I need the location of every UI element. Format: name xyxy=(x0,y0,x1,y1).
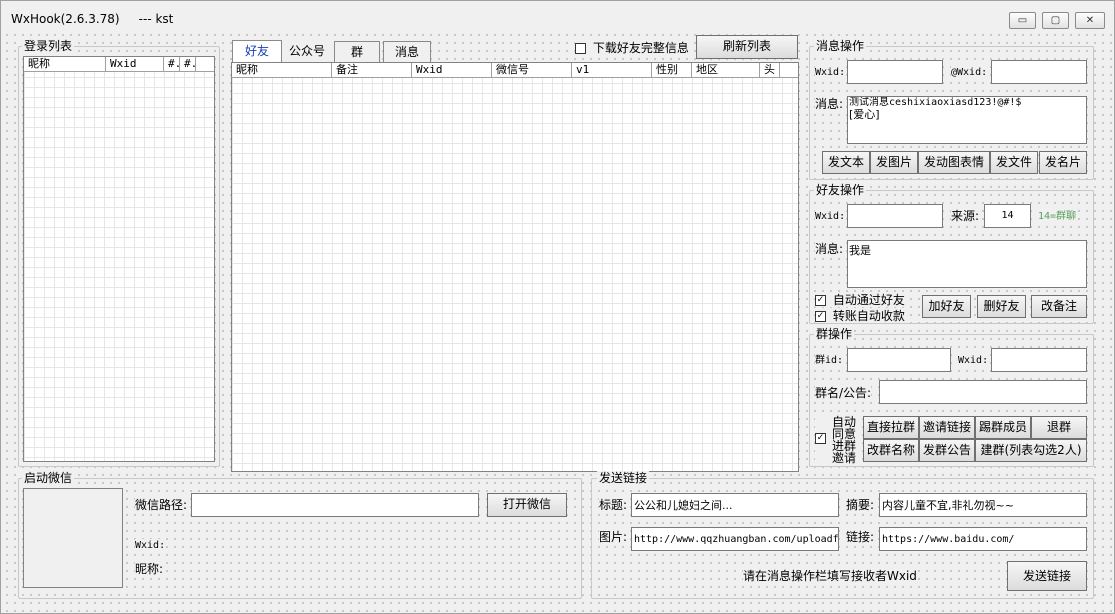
send-file-button[interactable]: 发文件 xyxy=(990,151,1038,174)
auto-agree-line4: 邀请 xyxy=(832,451,857,465)
tab-official-accounts[interactable]: 公众号 xyxy=(284,41,330,62)
download-full-info-checkbox[interactable] xyxy=(575,43,586,54)
link-image-label: 图片: xyxy=(599,530,628,544)
tab-groups[interactable]: 群 xyxy=(334,41,380,62)
avatar xyxy=(23,488,123,588)
login-list-title: 登录列表 xyxy=(22,39,75,53)
msg-message-line2: [爱心] xyxy=(849,108,880,121)
download-full-info-option[interactable]: 下载好友完整信息 xyxy=(575,41,689,55)
invite-link-button[interactable]: 邀请链接 xyxy=(919,416,975,439)
post-announcement-button[interactable]: 发群公告 xyxy=(919,439,975,462)
group-ops-title: 群操作 xyxy=(814,327,855,341)
msg-message-label: 消息: xyxy=(815,97,844,111)
friend-col-wxid[interactable]: Wxid xyxy=(412,63,492,77)
send-link-button[interactable]: 发送链接 xyxy=(1007,561,1087,591)
friend-col-gender[interactable]: 性别 xyxy=(652,63,692,77)
msg-message-line1: 测试消息ceshixiaoxiasd123!@#!$ xyxy=(849,97,1022,108)
auto-agree-label: 自动 同意 进群 邀请 xyxy=(832,416,856,464)
main-window: WxHook(2.6.3.78) --- kst ▭ ▢ ✕ 登录列表 昵称 W… xyxy=(0,0,1115,614)
create-group-button[interactable]: 建群(列表勾选2人) xyxy=(975,439,1087,462)
friend-message-textarea[interactable]: 我是 xyxy=(847,240,1087,288)
login-col-hash1[interactable]: #. xyxy=(164,57,180,71)
tab-messages[interactable]: 消息 xyxy=(383,41,431,62)
link-image-input[interactable]: http://www.qqzhuangban.com/uploadfi xyxy=(631,527,839,551)
login-list-table[interactable]: 昵称 Wxid #. #. xyxy=(23,56,215,462)
msg-message-textarea[interactable]: 测试消息ceshixiaoxiasd123!@#!$ [爱心] xyxy=(847,96,1087,144)
send-card-button[interactable]: 发名片 xyxy=(1039,151,1087,174)
msg-wxid-label: Wxid: xyxy=(815,66,846,80)
tab-friends[interactable]: 好友 xyxy=(232,40,282,62)
edit-remark-button[interactable]: 改备注 xyxy=(1031,295,1087,318)
group-name-input[interactable] xyxy=(879,380,1087,404)
friend-col-v1[interactable]: v1 xyxy=(572,63,652,77)
quit-group-button[interactable]: 退群 xyxy=(1031,416,1087,439)
group-wxid-input[interactable] xyxy=(991,348,1087,372)
auto-collect-label: 转账自动收款 xyxy=(832,309,905,323)
group-id-label: 群id: xyxy=(815,354,844,368)
message-ops-title: 消息操作 xyxy=(814,39,867,53)
auto-collect-checkbox[interactable]: ✓ xyxy=(815,311,826,322)
friend-col-nickname[interactable]: 昵称 xyxy=(232,63,332,77)
friend-table[interactable]: 昵称 备注 Wxid 微信号 v1 性别 地区 头 xyxy=(231,62,799,472)
link-title-label: 标题: xyxy=(599,498,628,512)
friend-col-avatar[interactable]: 头 xyxy=(760,63,780,77)
send-gif-button[interactable]: 发动图表情 xyxy=(918,151,990,174)
msg-at-wxid-input[interactable] xyxy=(991,60,1087,84)
group-id-input[interactable] xyxy=(847,348,951,372)
login-col-nickname[interactable]: 昵称 xyxy=(24,57,106,71)
link-title-input[interactable]: 公公和儿媳妇之间... xyxy=(631,493,839,517)
friend-ops-title: 好友操作 xyxy=(814,183,867,197)
send-image-button[interactable]: 发图片 xyxy=(870,151,918,174)
friend-source-label: 来源: xyxy=(951,209,980,223)
login-col-wxid[interactable]: Wxid xyxy=(106,57,164,71)
auto-agree-option[interactable]: ✓ 自动 同意 进群 邀请 xyxy=(815,416,861,466)
auto-collect-option[interactable]: ✓ 转账自动收款 xyxy=(815,309,905,323)
link-url-label: 链接: xyxy=(846,530,875,544)
rename-group-button[interactable]: 改群名称 xyxy=(863,439,919,462)
kick-member-button[interactable]: 踢群成员 xyxy=(975,416,1031,439)
maximize-button[interactable]: ▢ xyxy=(1042,12,1069,29)
friend-table-header: 昵称 备注 Wxid 微信号 v1 性别 地区 头 xyxy=(232,63,798,78)
download-full-info-label: 下载好友完整信息 xyxy=(592,41,689,55)
minimize-button[interactable]: ▭ xyxy=(1009,12,1036,29)
link-url-input[interactable]: https://www.baidu.com/ xyxy=(879,527,1087,551)
send-link-title: 发送链接 xyxy=(597,471,650,485)
auto-accept-checkbox[interactable]: ✓ xyxy=(815,295,826,306)
wechat-path-label: 微信路径: xyxy=(135,498,188,512)
send-text-button[interactable]: 发文本 xyxy=(822,151,870,174)
friend-col-region[interactable]: 地区 xyxy=(692,63,760,77)
start-wechat-title: 启动微信 xyxy=(22,471,75,485)
close-button[interactable]: ✕ xyxy=(1075,12,1105,29)
delete-friend-button[interactable]: 删好友 xyxy=(977,295,1026,318)
add-friend-button[interactable]: 加好友 xyxy=(922,295,971,318)
title-bar: WxHook(2.6.3.78) --- kst ▭ ▢ ✕ xyxy=(2,2,1114,30)
login-list-header: 昵称 Wxid #. #. xyxy=(24,57,214,72)
refresh-list-button[interactable]: 刷新列表 xyxy=(696,35,798,59)
msg-at-wxid-label: @Wxid: xyxy=(951,66,988,80)
friend-message-label: 消息: xyxy=(815,242,844,256)
auto-accept-label: 自动通过好友 xyxy=(832,293,905,307)
link-summary-label: 摘要: xyxy=(846,498,875,512)
friend-wxid-input[interactable] xyxy=(847,204,943,228)
friend-source-input[interactable]: 14 xyxy=(984,204,1031,228)
msg-wxid-input[interactable] xyxy=(847,60,943,84)
send-link-hint: 请在消息操作栏填写接收者Wxid xyxy=(743,569,917,583)
open-wechat-button[interactable]: 打开微信 xyxy=(487,493,567,517)
group-name-label: 群名/公告: xyxy=(815,386,872,400)
link-summary-input[interactable]: 内容儿童不宜,非礼勿视~~ xyxy=(879,493,1087,517)
group-wxid-label: Wxid: xyxy=(958,354,989,368)
direct-invite-button[interactable]: 直接拉群 xyxy=(863,416,919,439)
start-wxid-label: Wxid: xyxy=(135,539,166,553)
start-nickname-label: 昵称: xyxy=(135,562,164,576)
auto-agree-checkbox[interactable]: ✓ xyxy=(815,433,826,444)
friend-wxid-label: Wxid: xyxy=(815,210,846,224)
wechat-path-input[interactable] xyxy=(191,493,479,517)
login-col-hash2[interactable]: #. xyxy=(180,57,196,71)
window-title: WxHook(2.6.3.78) --- kst xyxy=(11,12,174,26)
friend-col-wechat-id[interactable]: 微信号 xyxy=(492,63,572,77)
friend-col-remark[interactable]: 备注 xyxy=(332,63,412,77)
friend-source-hint: 14=群聊 xyxy=(1038,210,1077,224)
auto-accept-option[interactable]: ✓ 自动通过好友 xyxy=(815,293,905,307)
